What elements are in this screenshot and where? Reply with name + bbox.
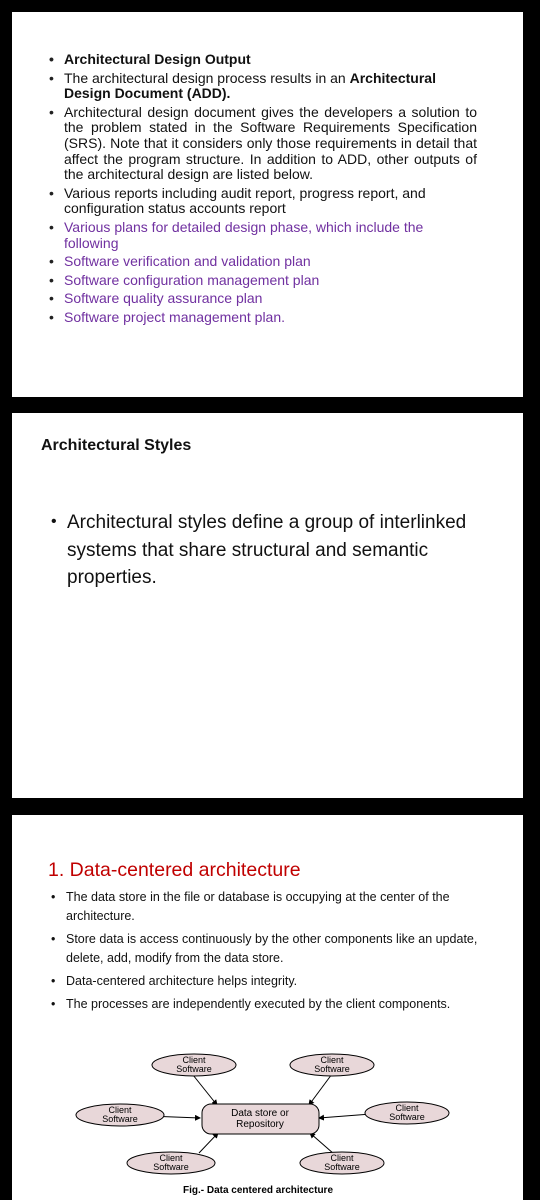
bullet-dot: • (51, 513, 57, 530)
list-item-qa-plan: Software quality assurance plan (49, 291, 477, 307)
client-node-left: Client Software (75, 1103, 165, 1127)
styles-bullet-text: Architectural styles define a group of i… (67, 512, 467, 588)
client-label-line2: Software (102, 1114, 138, 1124)
data-centered-diagram: Data store or Repository Client Software… (75, 1053, 450, 1196)
client-label-line2: Software (176, 1064, 212, 1074)
repository-label-line2: Repository (236, 1119, 284, 1130)
list-item-add-description: Architectural design document gives the … (49, 104, 477, 183)
list-item-pm-plan: Software project management plan. (49, 309, 477, 326)
slide-architectural-styles: Architectural Styles • Architectural sty… (12, 413, 523, 798)
list-item-plans: Various plans for detailed design phase,… (49, 219, 477, 251)
arrow-right (318, 1113, 372, 1121)
arrow-bottom-right (309, 1132, 335, 1155)
arrow-top-right (308, 1073, 333, 1106)
arrow-bottom-left (198, 1132, 219, 1154)
client-node-bottom-left: Client Software (126, 1151, 216, 1175)
slide-architectural-design-output: Architectural Design Output The architec… (12, 12, 523, 397)
list-item-heading: Architectural Design Output (49, 51, 477, 68)
client-label-line2: Software (389, 1112, 425, 1122)
client-label-line2: Software (314, 1064, 350, 1074)
list-item-vv-plan: Software verification and validation pla… (49, 254, 477, 270)
client-label-line2: Software (153, 1162, 189, 1172)
styles-bullet: • Architectural styles define a group of… (51, 509, 497, 592)
client-node-top-left: Client Software (151, 1053, 237, 1077)
repository-label-line1: Data store or (231, 1108, 289, 1119)
figure-caption: Fig.- Data centered architecture (183, 1185, 333, 1196)
slide-title: Architectural Styles (41, 437, 192, 454)
slide-data-centered-architecture: 1. Data-centered architecture The data s… (12, 815, 523, 1200)
add-prefix: The architectural design process results… (64, 69, 350, 86)
list-item-reports: Various reports including audit report, … (49, 185, 477, 217)
repository-node: Data store or Repository (201, 1103, 320, 1135)
client-node-bottom-right: Client Software (299, 1151, 385, 1175)
client-node-right: Client Software (364, 1101, 450, 1125)
list-item-cm-plan: Software configuration management plan (49, 272, 477, 289)
client-label-line2: Software (324, 1162, 360, 1172)
arrow-top-left (192, 1074, 218, 1106)
client-node-top-right: Client Software (289, 1053, 375, 1077)
design-output-list: Architectural Design Output The architec… (49, 51, 477, 326)
list-item-add: The architectural design process results… (49, 69, 477, 102)
